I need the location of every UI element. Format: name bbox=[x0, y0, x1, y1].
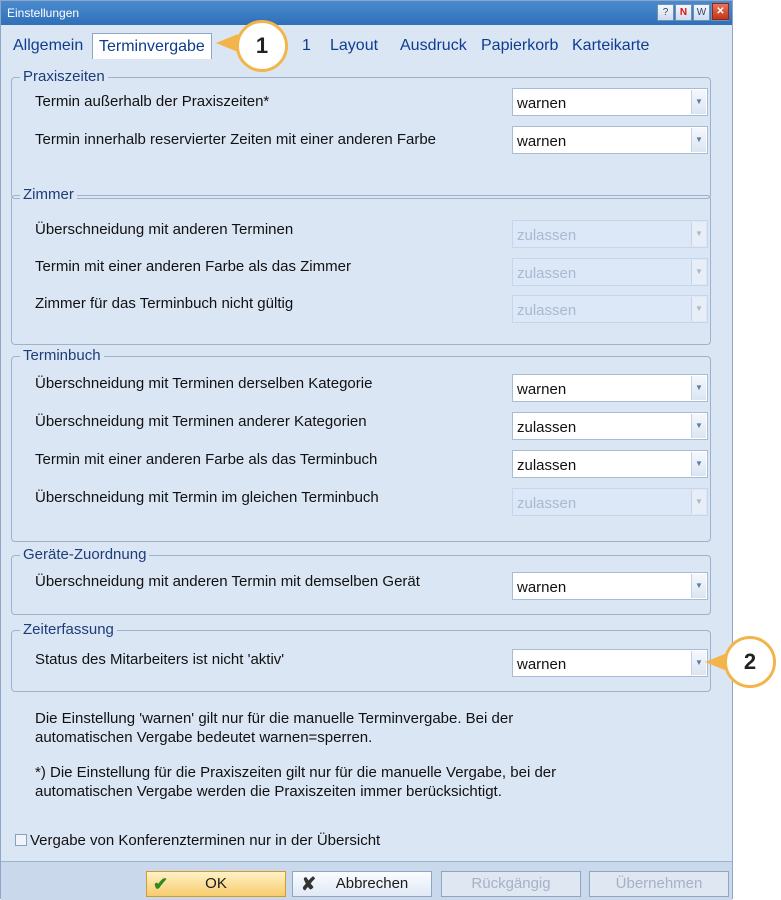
tab-bar: Allgemein Terminvergabe 1 Layout Ausdruc… bbox=[1, 31, 732, 59]
callout-pointer bbox=[705, 653, 727, 671]
button-label: Rückgängig bbox=[471, 875, 551, 892]
tab-content: Praxiszeiten Termin außerhalb der Praxis… bbox=[2, 59, 731, 899]
row-label: Überschneidung mit Termin im gleichen Te… bbox=[35, 489, 379, 506]
tab-allgemein[interactable]: Allgemein bbox=[13, 37, 83, 55]
tab-papierkorb[interactable]: Papierkorb bbox=[481, 37, 558, 55]
row-label: Überschneidung mit Terminen anderer Kate… bbox=[35, 413, 367, 430]
group-zeiterfassung: Zeiterfassung Status des Mitarbeiters is… bbox=[11, 621, 711, 692]
select-value: warnen bbox=[517, 656, 567, 673]
checkmark-icon: ✔ bbox=[153, 874, 169, 894]
note-line: automatischen Vergabe werden die Praxisz… bbox=[35, 783, 502, 800]
tab-ausdruck[interactable]: Ausdruck bbox=[400, 37, 467, 55]
undo-button: Rückgängig bbox=[441, 871, 581, 897]
select-value: zulassen bbox=[517, 457, 577, 474]
w-button[interactable]: W bbox=[693, 4, 710, 21]
note-line: *) Die Einstellung für die Praxiszeiten … bbox=[35, 764, 557, 781]
row-label: Überschneidung mit anderen Terminen bbox=[35, 221, 294, 238]
row-label: Zimmer für das Terminbuch nicht gültig bbox=[35, 295, 294, 312]
chevron-down-icon[interactable]: ▼ bbox=[691, 452, 706, 476]
chevron-down-icon[interactable]: ▼ bbox=[691, 128, 706, 152]
row-label: Termin mit einer anderen Farbe als das T… bbox=[35, 451, 378, 468]
conference-checkbox-row[interactable]: Vergabe von Konferenzterminen nur in der… bbox=[15, 832, 380, 849]
chevron-down-icon: ▼ bbox=[691, 490, 706, 514]
chevron-down-icon: ▼ bbox=[691, 260, 706, 284]
zimmer-invalid-select: zulassen ▼ bbox=[512, 295, 708, 323]
close-icon[interactable]: ✕ bbox=[712, 3, 729, 20]
ok-button[interactable]: ✔ OK bbox=[146, 871, 286, 897]
select-value: zulassen bbox=[517, 419, 577, 436]
row-label: Termin innerhalb reservierter Zeiten mit… bbox=[35, 131, 437, 148]
settings-window: Einstellungen ? N W OK Allgemein Terminv… bbox=[0, 0, 733, 900]
tab-hidden-1[interactable]: 1 bbox=[302, 37, 311, 55]
group-geraete: Geräte-Zuordnung Überschneidung mit ande… bbox=[11, 546, 711, 615]
zimmer-overlap-select: zulassen ▼ bbox=[512, 220, 708, 248]
zimmer-color-select: zulassen ▼ bbox=[512, 258, 708, 286]
row-label: Termin mit einer anderen Farbe als das Z… bbox=[35, 258, 351, 275]
checkbox-label: Vergabe von Konferenzterminen nur in der… bbox=[30, 832, 381, 849]
group-title: Zeiterfassung bbox=[20, 621, 117, 638]
zeiterfassung-status-select[interactable]: warnen ▼ bbox=[512, 649, 708, 677]
note-line: Die Einstellung 'warnen' gilt nur für di… bbox=[35, 710, 514, 727]
conference-checkbox[interactable] bbox=[15, 834, 27, 846]
select-value: warnen bbox=[517, 95, 567, 112]
terminbuch-color-select[interactable]: zulassen ▼ bbox=[512, 450, 708, 478]
button-label: Übernehmen bbox=[615, 875, 703, 892]
select-value: zulassen bbox=[517, 495, 577, 512]
x-icon: ✘ bbox=[301, 874, 317, 894]
terminbuch-same-category-select[interactable]: warnen ▼ bbox=[512, 374, 708, 402]
geraete-overlap-select[interactable]: warnen ▼ bbox=[512, 572, 708, 600]
callout-pointer bbox=[216, 34, 238, 52]
tab-karteikarte[interactable]: Karteikarte bbox=[572, 37, 649, 55]
row-label: Überschneidung mit anderen Termin mit de… bbox=[35, 573, 420, 590]
row-label: Termin außerhalb der Praxiszeiten* bbox=[35, 93, 270, 110]
chevron-down-icon[interactable]: ▼ bbox=[691, 90, 706, 114]
chevron-down-icon[interactable]: ▼ bbox=[691, 414, 706, 438]
chevron-down-icon[interactable]: ▼ bbox=[691, 376, 706, 400]
tab-terminvergabe[interactable]: Terminvergabe bbox=[92, 33, 212, 59]
callout-2: 2 bbox=[724, 636, 776, 688]
info-note-warnen: Die Einstellung 'warnen' gilt nur für di… bbox=[35, 709, 715, 747]
group-title: Geräte-Zuordnung bbox=[20, 546, 150, 563]
button-label: OK bbox=[205, 875, 227, 892]
chevron-down-icon[interactable]: ▼ bbox=[691, 574, 706, 598]
title-bar: Einstellungen ? N W OK bbox=[1, 1, 732, 25]
chevron-down-icon: ▼ bbox=[691, 297, 706, 321]
row-label: Status des Mitarbeiters ist nicht 'aktiv… bbox=[35, 651, 285, 668]
praxiszeiten-outside-select[interactable]: warnen ▼ bbox=[512, 88, 708, 116]
chevron-down-icon: ▼ bbox=[691, 222, 706, 246]
group-praxiszeiten: Praxiszeiten Termin außerhalb der Praxis… bbox=[11, 68, 711, 199]
help-icon[interactable]: ? bbox=[657, 4, 674, 21]
group-title: Terminbuch bbox=[20, 347, 104, 364]
n-button[interactable]: N bbox=[675, 4, 692, 21]
select-value: zulassen bbox=[517, 302, 577, 319]
tab-layout[interactable]: Layout bbox=[330, 37, 378, 55]
group-title: Praxiszeiten bbox=[20, 68, 108, 85]
select-value: zulassen bbox=[517, 227, 577, 244]
button-label: Abbrechen bbox=[335, 875, 409, 892]
callout-1: 1 bbox=[236, 20, 288, 72]
select-value: warnen bbox=[517, 381, 567, 398]
row-label: Überschneidung mit Terminen derselben Ka… bbox=[35, 375, 373, 392]
group-terminbuch: Terminbuch Überschneidung mit Terminen d… bbox=[11, 347, 711, 542]
select-value: warnen bbox=[517, 133, 567, 150]
praxiszeiten-reserved-select[interactable]: warnen ▼ bbox=[512, 126, 708, 154]
group-zimmer: Zimmer Überschneidung mit anderen Termin… bbox=[11, 186, 711, 345]
terminbuch-same-book-select: zulassen ▼ bbox=[512, 488, 708, 516]
select-value: warnen bbox=[517, 579, 567, 596]
window-title: Einstellungen bbox=[7, 6, 80, 20]
info-note-praxiszeiten: *) Die Einstellung für die Praxiszeiten … bbox=[35, 763, 715, 801]
terminbuch-other-category-select[interactable]: zulassen ▼ bbox=[512, 412, 708, 440]
apply-button: Übernehmen bbox=[589, 871, 729, 897]
select-value: zulassen bbox=[517, 265, 577, 282]
group-title: Zimmer bbox=[20, 186, 77, 203]
button-bar: ✔ OK ✘ Abbrechen Rückgängig Übernehmen bbox=[1, 861, 732, 900]
cancel-button[interactable]: ✘ Abbrechen bbox=[292, 871, 432, 897]
note-line: automatischen Vergabe bedeutet warnen=sp… bbox=[35, 729, 373, 746]
